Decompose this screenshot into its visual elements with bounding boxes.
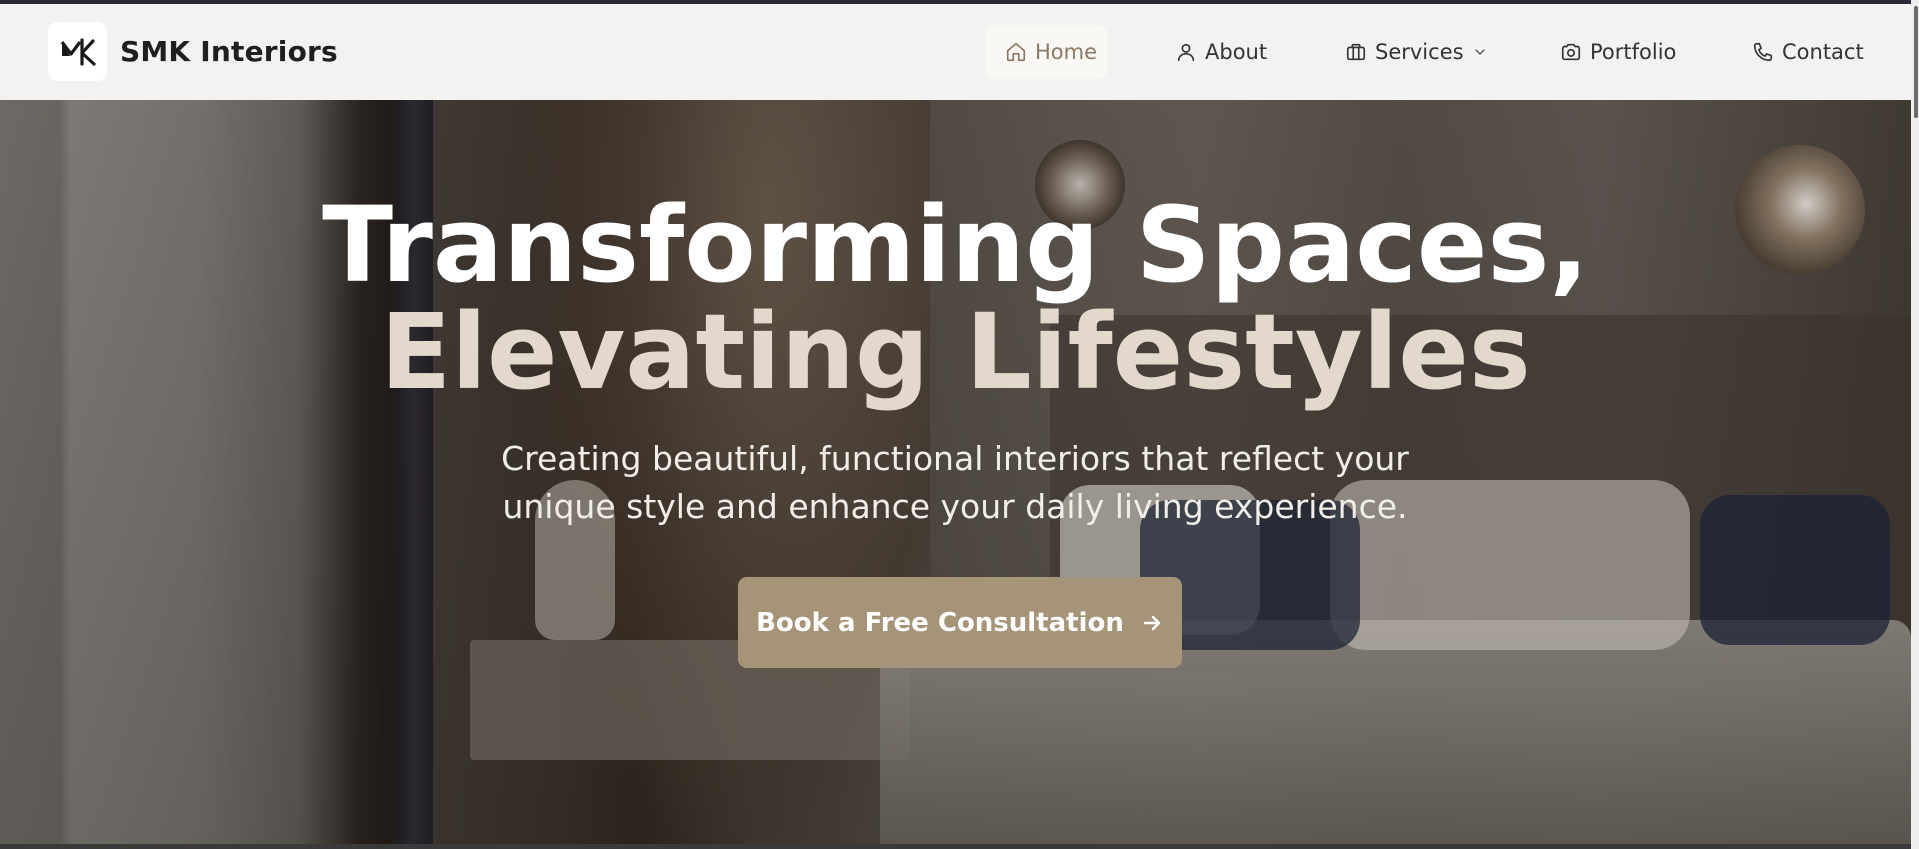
hero-title-line2: Elevating Lifestyles [380,291,1531,413]
nav-label-services: Services [1375,40,1464,64]
hero-title-line1: Transforming Spaces, [322,184,1589,306]
nav-item-about[interactable]: About [1175,25,1267,79]
briefcase-icon [1346,43,1366,61]
nav-item-home[interactable]: Home [985,25,1107,79]
hero-bg-pillow [1700,495,1890,645]
chevron-down-icon [1474,49,1485,55]
arrow-right-icon [1143,615,1161,630]
nav-label-home: Home [1035,40,1098,64]
camera-icon [1561,43,1581,61]
nav-label-about: About [1205,40,1268,64]
phone-icon [1753,42,1773,62]
nav-item-contact[interactable]: Contact [1752,25,1864,79]
nav-item-services[interactable]: Services [1345,25,1488,79]
site-header: SMK Interiors Home About Services Portfo… [0,4,1911,101]
scrollbar-thumb[interactable] [1914,6,1918,118]
nav-label-portfolio: Portfolio [1590,40,1677,64]
book-consultation-button[interactable]: Book a Free Consultation [738,577,1182,668]
window-bottom-edge [0,844,1911,849]
page-scrollbar[interactable] [1911,0,1919,849]
hero-section: Transforming Spaces, Elevating Lifestyle… [0,100,1911,844]
logo-mark-icon [60,37,96,66]
nav-item-portfolio[interactable]: Portfolio [1560,25,1676,79]
home-icon [1006,42,1026,62]
cta-label: Book a Free Consultation [756,607,1124,638]
hero-subtitle: Creating beautiful, functional interiors… [501,439,1409,526]
user-icon [1177,43,1195,62]
brand-name[interactable]: SMK Interiors [120,34,338,70]
nav-label-contact: Contact [1782,40,1864,64]
brand-logo[interactable] [48,22,107,81]
